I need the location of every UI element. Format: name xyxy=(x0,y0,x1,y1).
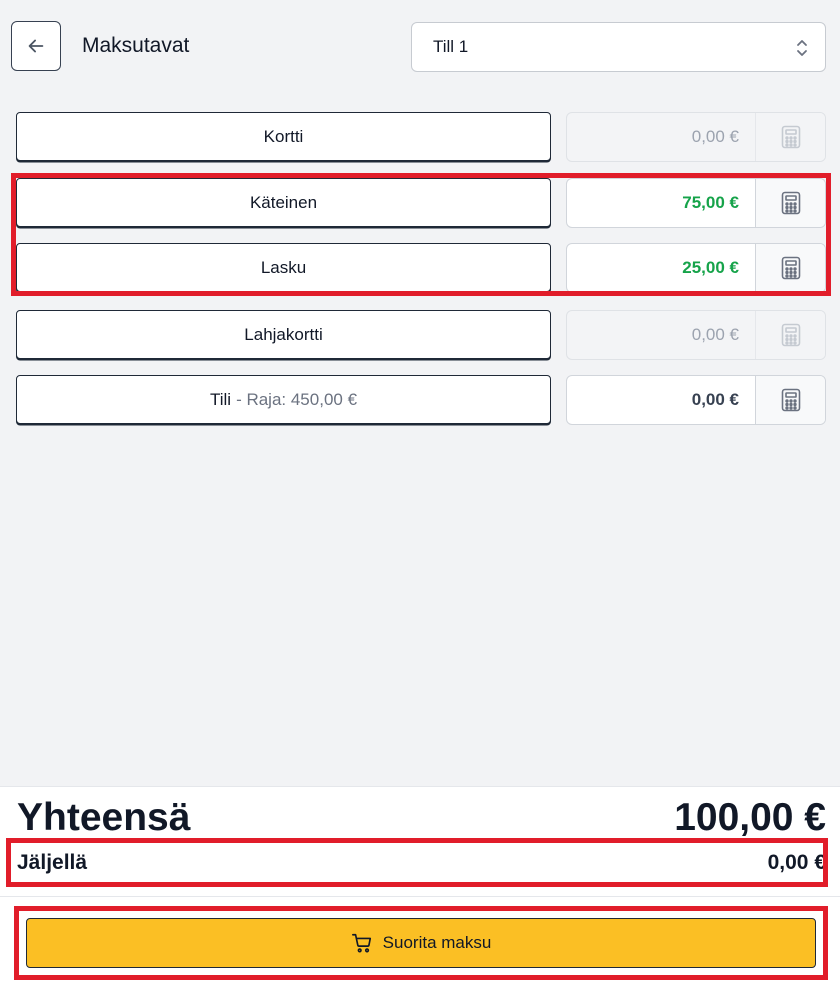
pay-button[interactable]: Suorita maksu xyxy=(26,918,816,968)
amount-field-lahjakortti: 0,00 € xyxy=(691,325,739,344)
method-button-kortti[interactable]: Kortti xyxy=(16,112,551,161)
calculator-icon xyxy=(781,388,800,412)
calculator-button-kateinen[interactable] xyxy=(755,179,825,227)
calculator-icon xyxy=(781,191,800,215)
method-limit: - Raja: 450,00 € xyxy=(236,389,358,409)
amount-group-lahjakortti: 0,00 € xyxy=(566,310,826,360)
arrow-left-icon xyxy=(28,39,44,53)
amount-field-tili[interactable]: 0,00 € xyxy=(567,376,755,424)
method-label: Käteinen xyxy=(249,192,318,212)
method-label: Lahjakortti xyxy=(244,324,323,344)
remaining-label: Jäljellä xyxy=(17,851,88,874)
page-title: Maksutavat xyxy=(82,34,190,57)
remaining-value: 0,00 € xyxy=(767,851,826,874)
calculator-button-lahjakortti xyxy=(755,311,825,359)
total-label: Yhteensä xyxy=(17,796,191,839)
amount-field-lasku[interactable]: 25,00 € xyxy=(567,244,755,292)
till-select[interactable]: Till 1 xyxy=(411,22,826,72)
calculator-button-tili[interactable] xyxy=(755,376,825,424)
calculator-icon xyxy=(781,125,800,149)
footer-divider xyxy=(0,896,840,897)
method-button-lahjakortti[interactable]: Lahjakortti xyxy=(16,310,551,359)
pay-button-label: Suorita maksu xyxy=(382,933,492,952)
method-label: Lasku xyxy=(260,257,307,277)
method-label: Tili xyxy=(209,389,232,409)
calculator-button-kortti xyxy=(755,113,825,161)
method-button-kateinen[interactable]: Käteinen xyxy=(16,178,551,227)
chevron-up-down-icon xyxy=(797,40,807,56)
amount-group-kateinen: 75,00 € xyxy=(566,178,826,228)
calculator-icon xyxy=(781,323,800,347)
total-value: 100,00 € xyxy=(674,796,826,839)
back-button[interactable] xyxy=(11,21,61,71)
amount-group-lasku: 25,00 € xyxy=(566,243,826,293)
calculator-button-lasku[interactable] xyxy=(755,244,825,292)
method-label: Kortti xyxy=(263,126,304,146)
shopping-cart-icon xyxy=(351,933,371,953)
calculator-icon xyxy=(781,256,800,280)
amount-field-kateinen[interactable]: 75,00 € xyxy=(567,179,755,227)
amount-group-kortti: 0,00 € xyxy=(566,112,826,162)
method-button-tili[interactable]: Tili - Raja: 450,00 € xyxy=(16,375,551,424)
amount-group-tili: 0,00 € xyxy=(566,375,826,425)
amount-field-kortti: 0,00 € xyxy=(691,127,739,146)
till-select-value: Till 1 xyxy=(433,37,469,56)
method-button-lasku[interactable]: Lasku xyxy=(16,243,551,292)
